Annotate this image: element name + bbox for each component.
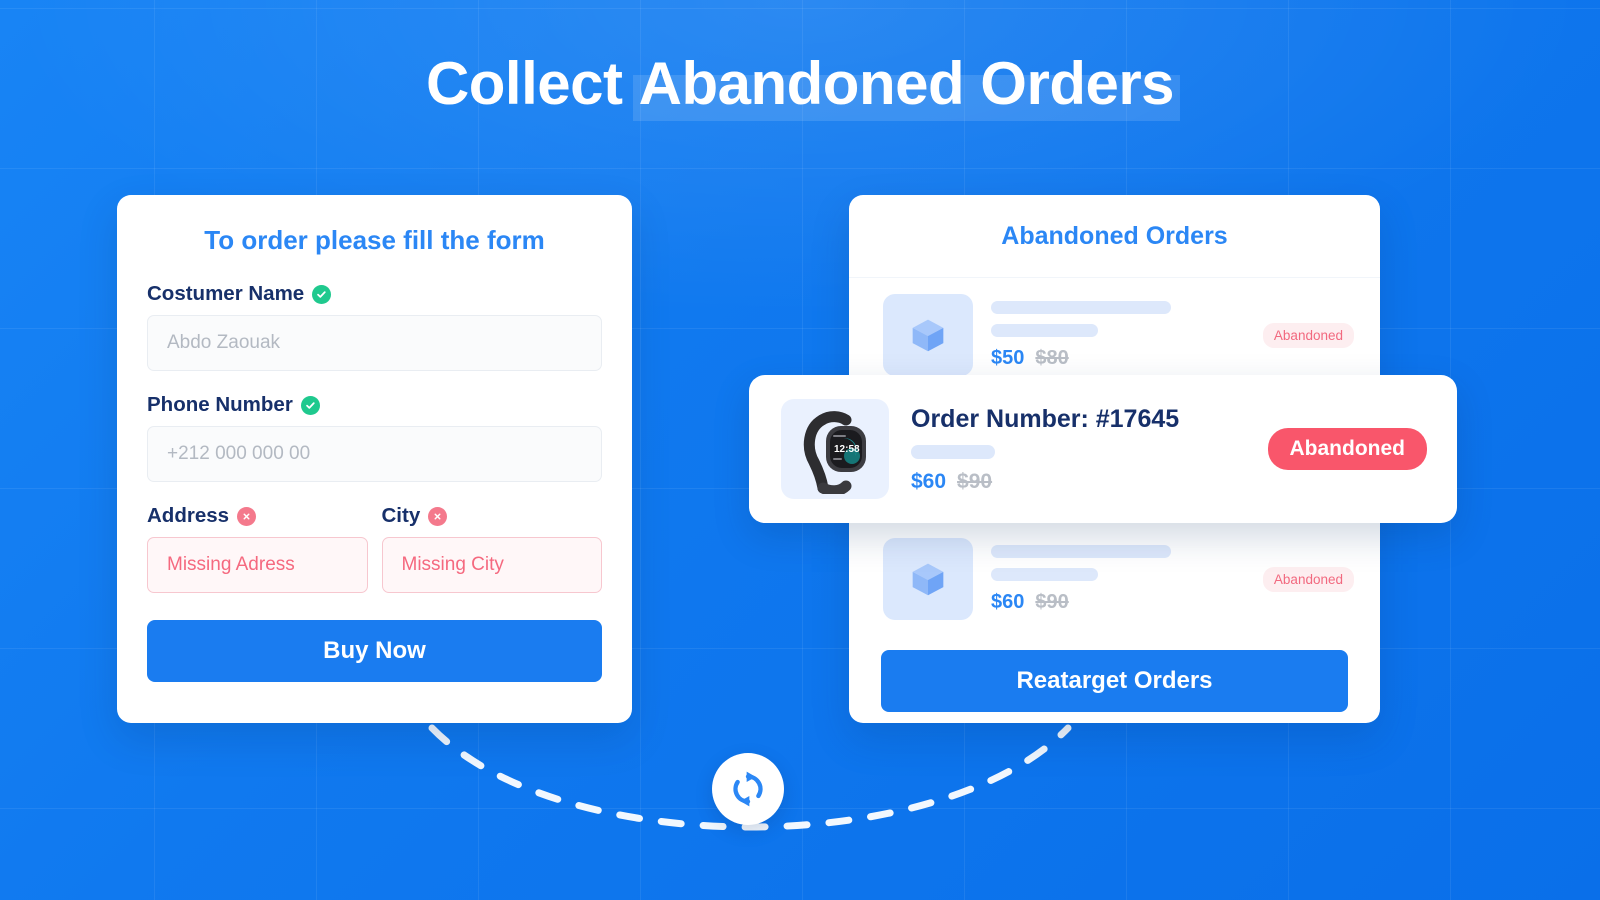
label-address: Address [147,504,368,528]
x-glyph [243,513,250,519]
order-row-content: $50 $80 [991,300,1245,370]
order-prices: $60 $90 [991,591,1245,614]
label-costumer-name: Costumer Name [147,282,602,306]
order-form-card: To order please fill the form Costumer N… [117,195,632,723]
phone-number-input[interactable] [147,426,602,482]
skeleton-line [991,300,1172,314]
field-label-text: Costumer Name [147,282,305,305]
skeleton-line [911,444,995,459]
field-phone-number: Phone Number [147,393,602,482]
cube-glyph [912,563,944,596]
box-cube-icon [883,294,973,376]
price-original: $90 [1035,590,1069,613]
form-body: Costumer Name Phone Number [117,256,632,682]
smartwatch-image: 12:58 [781,399,889,499]
featured-order-card[interactable]: 12:58 Order Number: #17645 $60 $90 Aband… [749,375,1457,523]
orders-card-title: Abandoned Orders [849,195,1380,278]
price-original: $80 [1035,346,1069,369]
skeleton-line [991,567,1098,581]
field-label-text: City [381,504,421,527]
status-badge: Abandoned [1267,428,1427,470]
price-current: $60 [911,469,947,493]
label-city: City [382,504,603,528]
field-costumer-name: Costumer Name [147,282,602,371]
check-glyph [305,401,315,409]
watch-time-text: 12:58 [834,444,860,455]
orders-card-footer: Reatarget Orders [849,636,1380,712]
price-original: $90 [957,469,993,493]
order-number-label: Order Number: #17645 [911,404,1180,433]
costumer-name-input[interactable] [147,315,602,371]
check-circle-icon [300,395,320,415]
featured-order-prices: $60 $90 [911,470,1246,494]
smartwatch-glyph: 12:58 [803,411,866,494]
box-cube-icon [883,538,973,620]
order-row[interactable]: $60 $90 Abandoned [849,522,1380,636]
check-glyph [317,290,326,298]
sync-refresh-glyph [733,771,763,807]
form-card-title: To order please fill the form [204,225,545,255]
order-row-content: $60 $90 [991,544,1245,614]
x-circle-icon [428,506,448,526]
price-current: $60 [991,590,1025,613]
status-badge: Abandoned [1262,566,1354,592]
field-city: City [381,504,603,593]
page-title: Collect Abandoned Orders [0,50,1600,121]
order-prices: $50 $80 [991,347,1245,370]
check-circle-icon [312,284,332,304]
address-city-row: Address City [147,504,602,593]
skeleton-line [991,544,1172,558]
cube-glyph [912,319,944,352]
field-label-text: Address [147,504,230,527]
label-phone-number: Phone Number [147,393,602,417]
page-title-highlight: Abandoned Orders [632,50,1181,121]
buy-now-button[interactable]: Buy Now [147,620,602,682]
x-glyph [434,513,441,519]
featured-order-content: Order Number: #17645 $60 $90 [911,405,1246,494]
city-input[interactable] [381,537,602,593]
address-input[interactable] [147,537,368,593]
skeleton-line [991,323,1098,337]
field-label-text: Phone Number [147,393,293,416]
status-badge: Abandoned [1262,322,1354,348]
promo-graphic: Collect Abandoned Orders To order please… [0,0,1600,900]
field-address: Address [147,504,368,593]
page-title-lead: Collect [425,50,639,117]
retarget-orders-button[interactable]: Reatarget Orders [881,650,1348,712]
x-circle-icon [237,506,257,526]
sync-refresh-icon[interactable] [712,753,784,825]
price-current: $50 [991,346,1025,369]
